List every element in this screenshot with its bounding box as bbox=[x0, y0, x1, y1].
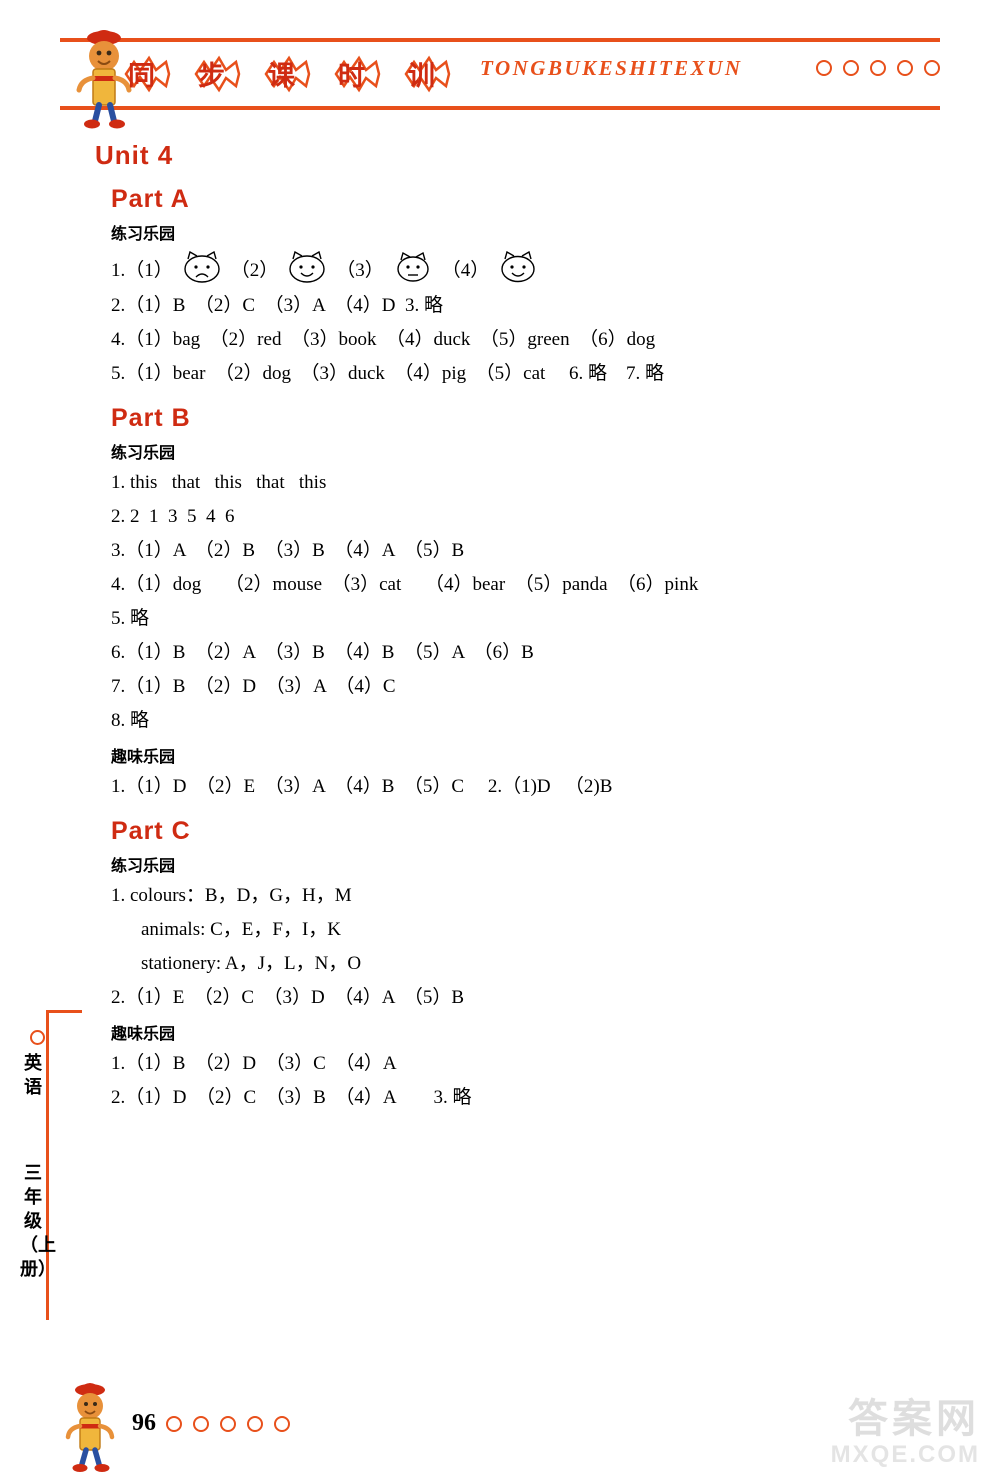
decoration-dot bbox=[30, 1030, 45, 1045]
faces-lead-text: 1.（1） bbox=[111, 259, 173, 281]
sad-cat-face-icon bbox=[179, 250, 225, 285]
decoration-dot bbox=[193, 1416, 209, 1432]
section-label-practice-a: 练习乐园 bbox=[111, 224, 176, 243]
faces-num-4: （4） bbox=[441, 259, 490, 281]
section-label-fun-b: 趣味乐园 bbox=[111, 747, 176, 766]
answer-line: stationery: A，J，L，N，O bbox=[141, 953, 362, 974]
decoration-dot bbox=[924, 60, 940, 76]
answer-line: 1. this that this that this bbox=[111, 472, 327, 493]
decoration-dot bbox=[166, 1416, 182, 1432]
answer-line: 8. 略 bbox=[111, 710, 150, 731]
side-tab-grade: 三年级（上册） bbox=[20, 1163, 56, 1280]
part-title-a: Part A bbox=[111, 185, 190, 213]
decoration-dot bbox=[816, 60, 832, 76]
watermark: 答案网 MXQE.COM bbox=[831, 1397, 980, 1469]
answer-line: 2. 2 1 3 5 4 6 bbox=[111, 506, 235, 527]
section-label-practice-b: 练习乐园 bbox=[111, 443, 176, 462]
smile-cat-face-icon-2 bbox=[495, 250, 541, 285]
unit-title: Unit 4 bbox=[95, 140, 174, 170]
decoration-dot bbox=[274, 1416, 290, 1432]
watermark-cn: 答案网 bbox=[848, 1396, 980, 1442]
footer-dot-decoration bbox=[166, 1416, 290, 1432]
section-label-fun-c: 趣味乐园 bbox=[111, 1024, 176, 1043]
answer-line: 1.（1）D （2）E （3）A （4）B （5）C 2.（1)D （2)B bbox=[111, 776, 613, 797]
answer-key-content: Unit 4 Part A 练习乐园 1.（1） （2） （3） （4） 2.（… bbox=[95, 140, 895, 1116]
page-header: 同 步 课 时 训 TONGBUKESHITEXUN bbox=[60, 30, 940, 129]
side-tab-subject: 英语 bbox=[24, 1053, 42, 1098]
header-title-cn: 同 步 课 时 训 bbox=[120, 52, 470, 96]
answer-line: 5.（1）bear （2）dog （3）duck （4）pig （5）cat 6… bbox=[111, 363, 665, 384]
answer-line: 2.（1）E （2）C （3）D （4）A （5）B bbox=[111, 987, 465, 1008]
answer-line: 2.（1）B （2）C （3）A （4）D 3. 略 bbox=[111, 295, 443, 316]
decoration-dot bbox=[870, 60, 886, 76]
side-rule-top bbox=[46, 1010, 82, 1013]
part-title-b: Part B bbox=[111, 404, 191, 432]
faces-num-2: （2） bbox=[230, 259, 279, 281]
answer-line: 1. colours：B，D，G，H，M bbox=[111, 885, 352, 906]
answer-line: 4.（1）dog （2）mouse （3）cat （4）bear （5）pand… bbox=[111, 574, 699, 595]
header-rule-top bbox=[60, 38, 940, 42]
answer-line: 1.（1）B （2）D （3）C （4）A bbox=[111, 1053, 397, 1074]
answer-line: animals: C，E，F，I，K bbox=[141, 919, 342, 940]
watermark-en: MXQE.COM bbox=[830, 1441, 980, 1468]
answer-line: 4.（1）bag （2）red （3）book （4）duck （5）green… bbox=[111, 329, 656, 350]
decoration-dot bbox=[843, 60, 859, 76]
neutral-cat-face-icon bbox=[390, 251, 436, 285]
faces-num-3: （3） bbox=[336, 259, 384, 281]
part-title-c: Part C bbox=[111, 817, 191, 845]
answer-line: 2.（1）D （2）C （3）B （4）A 3. 略 bbox=[111, 1087, 472, 1108]
page-number: 96 bbox=[132, 1410, 156, 1436]
answer-line: 3.（1）A （2）B （3）B （4）A （5）B bbox=[111, 540, 465, 561]
decoration-dot bbox=[897, 60, 913, 76]
smile-cat-face-icon bbox=[284, 250, 330, 285]
header-pinyin: TONGBUKESHITEXUN bbox=[480, 56, 743, 80]
pencil-mascot-icon bbox=[60, 1376, 128, 1476]
side-tab: 英语 三年级（上册） bbox=[18, 1010, 82, 1320]
answer-line: 6.（1）B （2）A （3）B （4）B （5）A （6）B bbox=[111, 642, 534, 663]
decoration-dot bbox=[247, 1416, 263, 1432]
header-dot-decoration bbox=[816, 60, 940, 76]
answer-line: 5. 略 bbox=[111, 608, 150, 629]
answer-line: 7.（1）B （2）D （3）A （4）C bbox=[111, 676, 396, 697]
decoration-dot bbox=[220, 1416, 236, 1432]
header-rule-bottom bbox=[60, 106, 940, 110]
answer-line-faces: 1.（1） （2） （3） （4） bbox=[111, 248, 895, 288]
section-label-practice-c: 练习乐园 bbox=[111, 856, 176, 875]
page-footer: 96 bbox=[60, 1383, 940, 1472]
